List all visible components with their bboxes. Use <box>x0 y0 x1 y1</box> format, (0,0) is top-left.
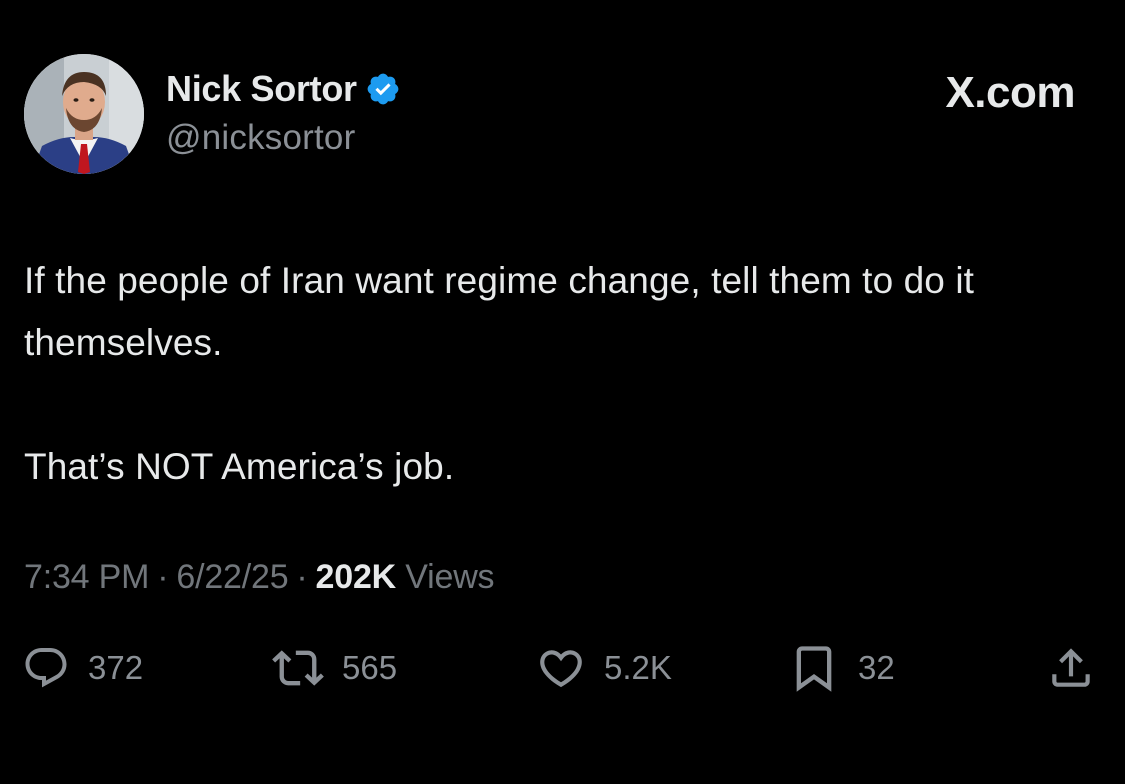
like-button[interactable]: 5.2K <box>536 640 672 696</box>
action-bar: 372 565 5.2K 32 <box>0 640 1125 696</box>
bookmark-icon <box>796 646 832 692</box>
tweet-card: Nick Sortor @nicksortor X.com If the peo… <box>0 0 1125 784</box>
tweet-meta: 7:34 PM · 6/22/25 · 202K Views <box>24 558 495 597</box>
avatar-image <box>24 54 144 174</box>
tweet-paragraph: That’s NOT America’s job. <box>24 446 455 487</box>
repost-count: 565 <box>342 649 398 686</box>
reply-icon <box>25 648 67 688</box>
views-count: 202K <box>315 558 397 596</box>
like-icon <box>540 650 582 688</box>
reply-count: 372 <box>88 649 144 686</box>
verified-badge-icon <box>365 71 401 107</box>
tweet-paragraph: If the people of Iran want regime change… <box>24 260 975 363</box>
tweet-date[interactable]: 6/22/25 <box>176 558 288 596</box>
share-button[interactable] <box>1046 640 1096 696</box>
repost-icon <box>272 650 324 686</box>
site-brand: X.com <box>945 68 1075 117</box>
bookmark-button[interactable]: 32 <box>788 640 895 696</box>
views-label: Views <box>405 558 495 596</box>
bookmark-count: 32 <box>858 649 895 686</box>
reply-button[interactable]: 372 <box>22 640 143 696</box>
tweet-text: If the people of Iran want regime change… <box>24 250 1109 498</box>
author-name-row[interactable]: Nick Sortor <box>166 67 401 111</box>
author-handle[interactable]: @nicksortor <box>166 118 355 158</box>
separator: · <box>296 558 308 596</box>
separator: · <box>157 558 169 596</box>
author-name[interactable]: Nick Sortor <box>166 68 357 110</box>
tweet-time[interactable]: 7:34 PM <box>24 558 149 596</box>
like-count: 5.2K <box>604 649 672 686</box>
repost-button[interactable]: 565 <box>272 640 397 696</box>
share-icon <box>1052 648 1090 687</box>
avatar[interactable] <box>24 54 144 174</box>
